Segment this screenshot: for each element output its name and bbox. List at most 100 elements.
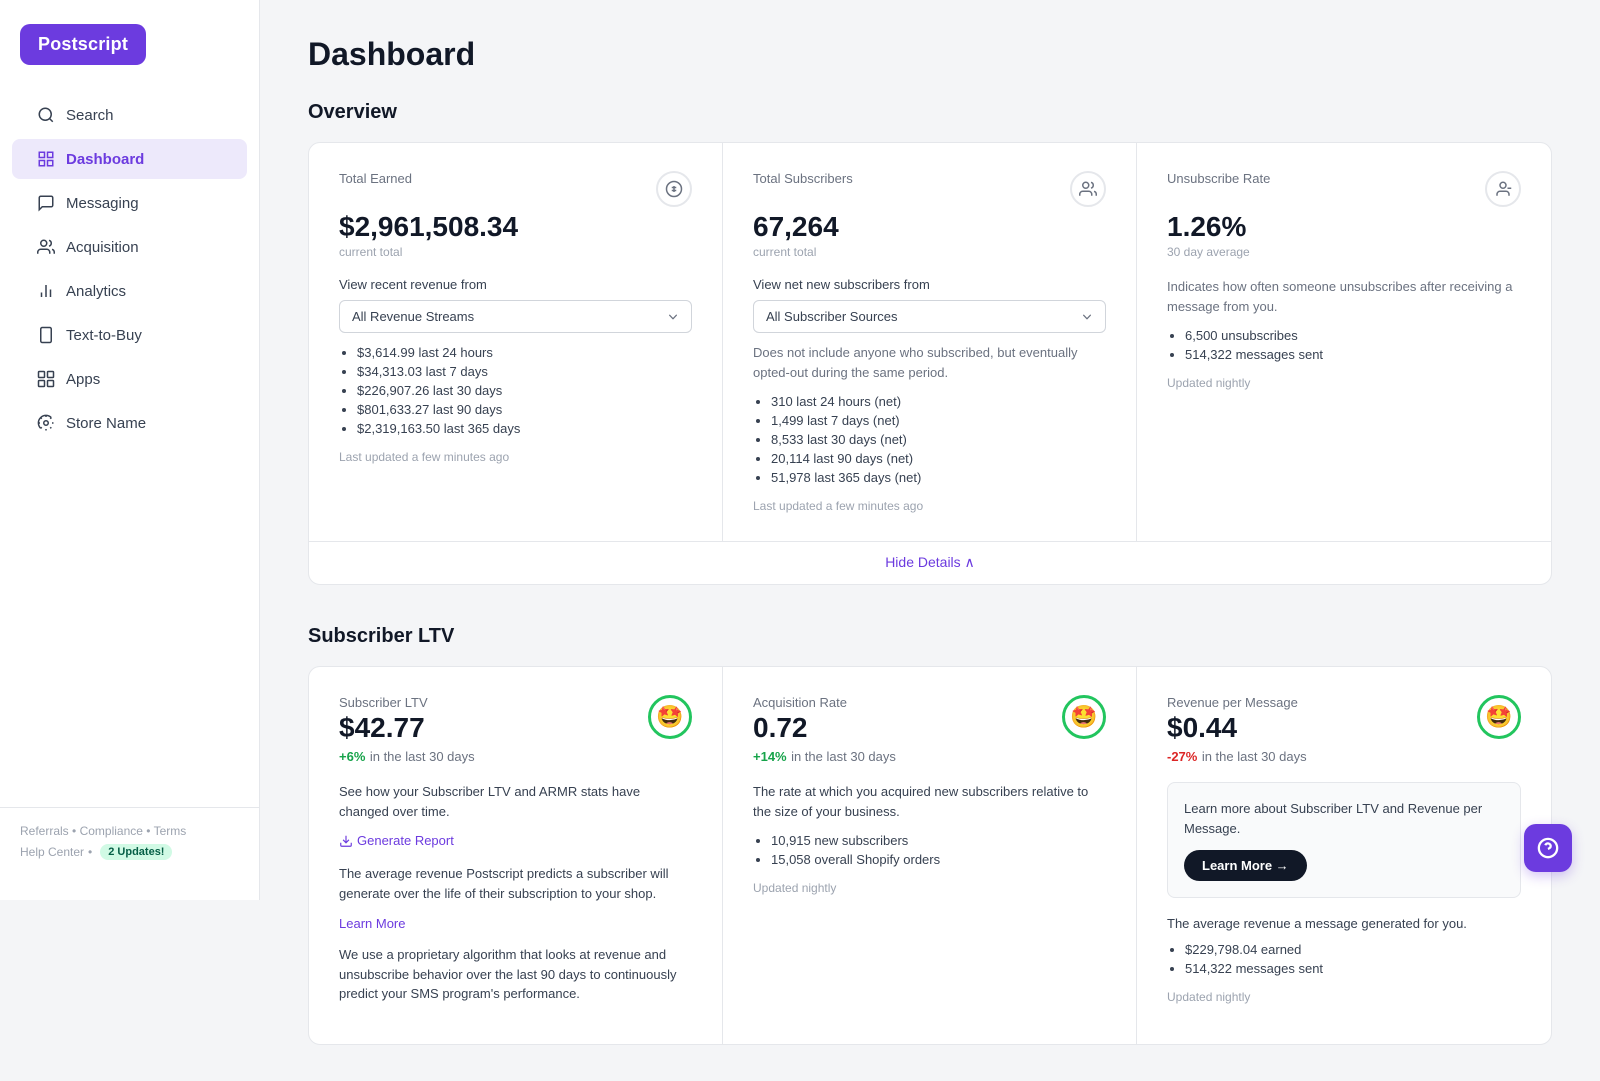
- total-earned-sub: current total: [339, 245, 692, 259]
- rpm-emoji-icon: 🤩: [1477, 695, 1521, 739]
- rpm-sub-card-text: Learn more about Subscriber LTV and Reve…: [1184, 799, 1504, 838]
- referrals-link[interactable]: Referrals: [20, 824, 69, 838]
- revenue-per-message-card: Revenue per Message $0.44 -27% in the la…: [1137, 667, 1551, 1044]
- ltv-value: $42.77: [339, 712, 475, 744]
- sidebar-item-label: Acquisition: [66, 239, 139, 256]
- bullet-item: 10,915 new subscribers: [771, 833, 1106, 848]
- total-subscribers-value: 67,264: [753, 211, 1106, 243]
- acquisition-value: 0.72: [753, 712, 896, 744]
- total-subscribers-card: Total Subscribers 67,264 current total V…: [723, 143, 1137, 541]
- sidebar-item-store-name[interactable]: Store Name: [12, 403, 247, 443]
- overview-cards: Total Earned $2,961,508.34 current total…: [308, 142, 1552, 585]
- sidebar-item-label: Dashboard: [66, 151, 144, 168]
- sidebar-item-apps[interactable]: Apps: [12, 359, 247, 399]
- subscriber-desc: Does not include anyone who subscribed, …: [753, 343, 1106, 382]
- sidebar-item-text-to-buy[interactable]: Text-to-Buy: [12, 315, 247, 355]
- bullet-item: 514,322 messages sent: [1185, 347, 1521, 362]
- sidebar-item-acquisition[interactable]: Acquisition: [12, 227, 247, 267]
- sidebar-item-messaging[interactable]: Messaging: [12, 183, 247, 223]
- acquisition-label: Acquisition Rate: [753, 695, 896, 710]
- subscriber-sources-dropdown[interactable]: All Subscriber Sources Organic Paid: [753, 300, 1106, 333]
- updates-badge[interactable]: 2 Updates!: [100, 844, 172, 860]
- bullet-item: $2,319,163.50 last 365 days: [357, 421, 692, 436]
- ltv-card: Subscriber LTV $42.77 +6% in the last 30…: [309, 667, 723, 1044]
- ltv-desc3: We use a proprietary algorithm that look…: [339, 945, 692, 1004]
- unsubscribe-sub: 30 day average: [1167, 245, 1521, 259]
- total-subscribers-label: Total Subscribers: [753, 171, 853, 186]
- dollar-icon: [656, 171, 692, 207]
- bullet-item: 310 last 24 hours (net): [771, 394, 1106, 409]
- sidebar-item-label: Text-to-Buy: [66, 327, 142, 344]
- ltv-section-title: Subscriber LTV: [308, 625, 1552, 648]
- bullet-item: $34,313.03 last 7 days: [357, 364, 692, 379]
- main-content: Dashboard Overview Total Earned $2,961,5…: [260, 0, 1600, 1081]
- terms-link[interactable]: Terms: [154, 824, 187, 838]
- analytics-icon: [36, 281, 56, 301]
- unsubscribe-value: 1.26%: [1167, 211, 1521, 243]
- text-to-buy-icon: [36, 325, 56, 345]
- page-title: Dashboard: [308, 36, 1552, 73]
- overview-section-title: Overview: [308, 101, 1552, 124]
- acquisition-updated: Updated nightly: [753, 881, 1106, 895]
- dashboard-icon: [36, 149, 56, 169]
- sidebar-item-label: Search: [66, 107, 114, 124]
- acquisition-change: +14%: [753, 749, 787, 764]
- users-icon: [1070, 171, 1106, 207]
- bullet-item: $801,633.27 last 90 days: [357, 402, 692, 417]
- rpm-label: Revenue per Message: [1167, 695, 1307, 710]
- ltv-cards: Subscriber LTV $42.77 +6% in the last 30…: [308, 666, 1552, 1045]
- generate-report-link[interactable]: Generate Report: [339, 833, 692, 848]
- search-icon: [36, 105, 56, 125]
- bullet-item: 15,058 overall Shopify orders: [771, 852, 1106, 867]
- revenue-bullets: $3,614.99 last 24 hours $34,313.03 last …: [339, 345, 692, 436]
- ltv-section: Subscriber LTV Subscriber LTV $42.77 +6%…: [308, 625, 1552, 1045]
- hide-details-row: Hide Details ∧: [309, 541, 1551, 584]
- unsubscribe-label: Unsubscribe Rate: [1167, 171, 1270, 186]
- rpm-avg-text: The average revenue a message generated …: [1167, 914, 1521, 934]
- ltv-change-text: in the last 30 days: [370, 749, 475, 764]
- sidebar-item-label: Store Name: [66, 415, 146, 432]
- hide-details-button[interactable]: Hide Details ∧: [885, 554, 975, 571]
- revenue-streams-dropdown[interactable]: All Revenue Streams SMS Email: [339, 300, 692, 333]
- rpm-change-text: in the last 30 days: [1202, 749, 1307, 764]
- compliance-link[interactable]: Compliance: [80, 824, 143, 838]
- total-earned-label: Total Earned: [339, 171, 412, 186]
- total-earned-value: $2,961,508.34: [339, 211, 692, 243]
- ltv-desc1: See how your Subscriber LTV and ARMR sta…: [339, 782, 692, 821]
- subscribers-updated: Last updated a few minutes ago: [753, 499, 1106, 513]
- learn-more-button[interactable]: Learn More →: [1184, 850, 1307, 881]
- sidebar-item-dashboard[interactable]: Dashboard: [12, 139, 247, 179]
- store-icon: [36, 413, 56, 433]
- rpm-value: $0.44: [1167, 712, 1307, 744]
- ltv-label: Subscriber LTV: [339, 695, 475, 710]
- total-earned-updated: Last updated a few minutes ago: [339, 450, 692, 464]
- apps-icon: [36, 369, 56, 389]
- sidebar-item-search[interactable]: Search: [12, 95, 247, 135]
- unsubscribe-desc: Indicates how often someone unsubscribes…: [1167, 277, 1521, 316]
- sidebar-footer: Referrals • Compliance • Terms Help Cent…: [0, 807, 259, 876]
- unsubscribe-updated: Updated nightly: [1167, 376, 1521, 390]
- sidebar-item-label: Analytics: [66, 283, 126, 300]
- help-center-link[interactable]: Help Center: [20, 845, 84, 859]
- sidebar: Postscript Search Dashboard Messaging Ac…: [0, 0, 260, 900]
- bullet-item: $229,798.04 earned: [1185, 942, 1521, 957]
- acquisition-bullets: 10,915 new subscribers 15,058 overall Sh…: [753, 833, 1106, 867]
- help-fab-button[interactable]: [1524, 824, 1572, 872]
- revenue-dropdown-label: View recent revenue from: [339, 277, 692, 292]
- ltv-desc2: The average revenue Postscript predicts …: [339, 864, 692, 903]
- app-logo[interactable]: Postscript: [20, 24, 146, 65]
- acquisition-rate-card: Acquisition Rate 0.72 +14% in the last 3…: [723, 667, 1137, 1044]
- bullet-item: 51,978 last 365 days (net): [771, 470, 1106, 485]
- bullet-item: 6,500 unsubscribes: [1185, 328, 1521, 343]
- ltv-learn-more-link[interactable]: Learn More: [339, 916, 405, 931]
- bullet-item: 1,499 last 7 days (net): [771, 413, 1106, 428]
- acquisition-change-text: in the last 30 days: [791, 749, 896, 764]
- sidebar-item-label: Messaging: [66, 195, 139, 212]
- unsubscribe-bullets: 6,500 unsubscribes 514,322 messages sent: [1167, 328, 1521, 362]
- bullet-item: $226,907.26 last 30 days: [357, 383, 692, 398]
- bullet-item: 8,533 last 30 days (net): [771, 432, 1106, 447]
- ltv-change: +6%: [339, 749, 365, 764]
- bullet-item: $3,614.99 last 24 hours: [357, 345, 692, 360]
- total-earned-card: Total Earned $2,961,508.34 current total…: [309, 143, 723, 541]
- sidebar-item-analytics[interactable]: Analytics: [12, 271, 247, 311]
